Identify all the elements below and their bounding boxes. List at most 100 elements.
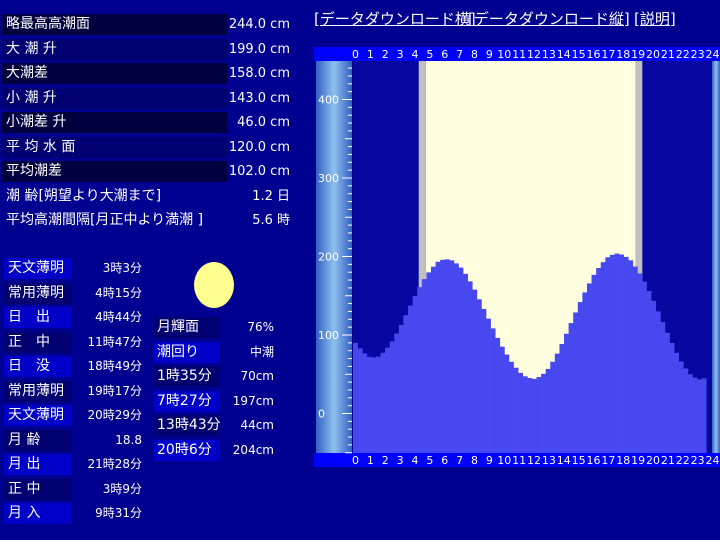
y-tick-label: 100: [318, 329, 339, 342]
tide-bar: [646, 291, 652, 453]
tide-bar: [701, 378, 707, 453]
tide-bar: [408, 305, 413, 453]
tide-bar: [596, 268, 602, 453]
tide-bar: [513, 367, 519, 453]
tide-bar: [628, 260, 634, 453]
tide-bar: [609, 254, 615, 453]
tide-bar: [504, 354, 510, 453]
y-tick-label: 0: [318, 408, 325, 421]
x-tick-label: 15: [572, 454, 586, 467]
tide-bar: [692, 377, 698, 453]
tide-bar: [697, 379, 702, 453]
tide-bar: [655, 311, 661, 453]
tide-bar: [605, 257, 611, 453]
tide-bar: [394, 333, 400, 453]
x-tick-label: 5: [426, 454, 433, 467]
tide-bar: [449, 260, 455, 453]
x-tick-label: 21: [661, 454, 675, 467]
tide-bar: [430, 266, 436, 453]
tide-bar: [678, 361, 684, 453]
tide-bar: [550, 361, 556, 453]
x-tick-label: 14: [557, 454, 571, 467]
x-tick-label: 7: [456, 454, 463, 467]
x-tick-label: 2: [382, 48, 389, 61]
tide-bar: [531, 378, 537, 453]
tide-bar: [421, 279, 427, 453]
x-tick-label: 19: [631, 48, 645, 61]
x-tick-label: 20: [646, 454, 660, 467]
x-tick-label: 10: [497, 454, 511, 467]
x-tick-label: 19: [631, 454, 645, 467]
tide-bar: [453, 263, 459, 453]
tide-bar: [600, 262, 606, 453]
tide-chart: 0 1 2 3 4 5 6 7 8 9 10 11 12 13 14 15 16 17 18 19 20 21 22 23 24…: [314, 47, 720, 467]
tide-bar: [403, 315, 409, 453]
tide-bar: [591, 274, 597, 453]
tide-bar: [669, 342, 675, 453]
tide-bar: [683, 368, 689, 453]
tide-bar: [353, 342, 358, 453]
x-tick-label: 20: [646, 48, 660, 61]
y-tick-label: 300: [318, 172, 339, 185]
tide-bar: [371, 357, 377, 453]
x-tick-label: 22: [676, 454, 690, 467]
x-tick-label: 4: [412, 454, 419, 467]
x-tick-label: 9: [486, 454, 493, 467]
x-tick-label: 15: [572, 48, 586, 61]
tide-bar: [435, 261, 441, 453]
x-tick-label: 3: [397, 48, 404, 61]
tide-bar: [490, 328, 496, 453]
tide-bar: [499, 346, 505, 453]
x-tick-label: 4: [412, 48, 419, 61]
x-tick-label: 23: [691, 48, 705, 61]
x-tick-label: 2: [382, 454, 389, 467]
x-tick-label: 3: [397, 454, 404, 467]
tide-bar: [389, 341, 395, 453]
tide-bar: [472, 289, 478, 453]
x-tick-label: 9: [486, 48, 493, 61]
y-tick-label: 200: [318, 251, 339, 264]
x-tick-label: 10: [497, 48, 511, 61]
x-tick-label: 18: [616, 48, 630, 61]
x-tick-label: 0: [352, 48, 359, 61]
x-tick-label: 23: [691, 454, 705, 467]
x-tick-label: 1: [367, 48, 374, 61]
x-tick-label: 7: [456, 48, 463, 61]
tide-bar: [660, 322, 666, 453]
x-tick-label: 13: [542, 48, 556, 61]
x-tick-label: 17: [601, 454, 615, 467]
tide-bar: [619, 254, 624, 453]
tide-bar: [476, 299, 482, 453]
x-tick-label: 6: [441, 454, 448, 467]
x-tick-label: 17: [601, 48, 615, 61]
tide-bar: [357, 348, 363, 453]
tide-bar: [642, 281, 647, 453]
tide-bar: [366, 356, 372, 453]
tide-bar: [577, 302, 583, 453]
tide-bar: [536, 376, 542, 453]
tide-bar: [632, 266, 638, 453]
tide-bar: [564, 333, 569, 453]
tide-bar: [467, 281, 473, 453]
y-tick-label: 400: [318, 94, 339, 107]
tide-bar: [568, 323, 574, 453]
x-tick-label: 8: [471, 454, 478, 467]
tide-bar: [362, 353, 368, 453]
x-tick-label: 6: [441, 48, 448, 61]
tide-bar: [623, 256, 629, 453]
tide-bar: [444, 259, 450, 453]
tide-bar: [614, 253, 620, 453]
tide-bar: [440, 259, 446, 453]
tide-bar: [541, 373, 546, 453]
tide-bar: [559, 343, 565, 453]
tide-bar: [582, 292, 588, 453]
tide-bar: [417, 287, 423, 453]
x-tick-label: 12: [527, 454, 541, 467]
x-tick-label: 16: [587, 48, 601, 61]
x-tick-label: 1: [367, 454, 374, 467]
tide-bar: [375, 356, 381, 453]
tide-bar: [573, 312, 579, 453]
x-tick-label: 16: [587, 454, 601, 467]
tide-bar: [522, 376, 528, 453]
tide-bar: [637, 273, 643, 453]
